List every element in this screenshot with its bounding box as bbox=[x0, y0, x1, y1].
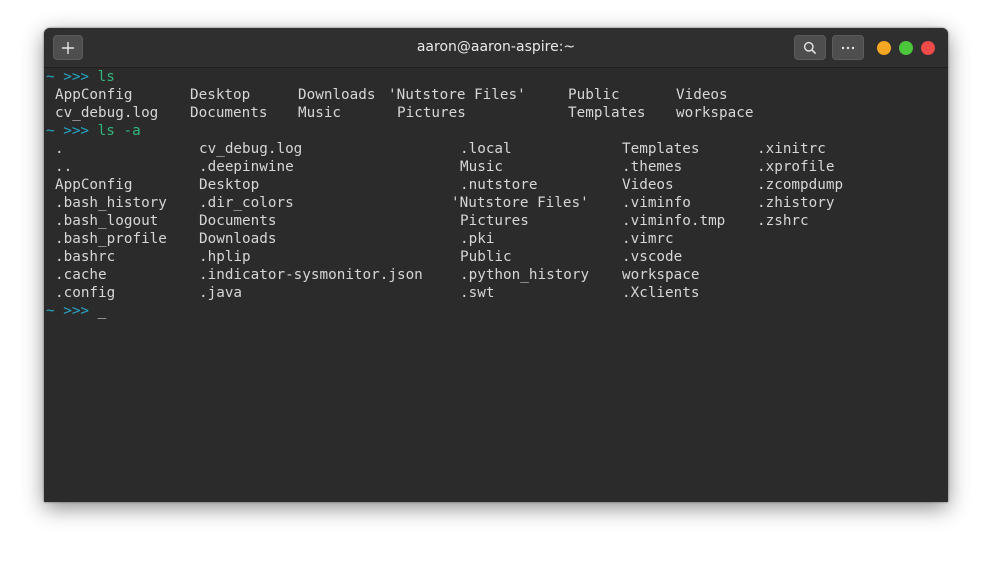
file-entry: .themes bbox=[622, 159, 683, 175]
prompt-line: ~ >>> ls bbox=[46, 68, 115, 86]
file-entry: Templates bbox=[568, 105, 646, 121]
file-entry: .pki bbox=[460, 231, 495, 247]
file-entry: Videos bbox=[676, 87, 728, 103]
file-entry: .python_history bbox=[460, 267, 590, 283]
prompt-symbol: ~ >>> bbox=[46, 303, 90, 319]
file-entry: .vimrc bbox=[622, 231, 674, 247]
titlebar: aaron@aaron-aspire:~ bbox=[44, 28, 948, 68]
file-entry: .zhistory bbox=[757, 195, 835, 211]
plus-icon bbox=[62, 41, 74, 54]
file-entry: Desktop bbox=[190, 87, 251, 103]
file-entry: Desktop bbox=[199, 177, 260, 193]
prompt-symbol: ~ >>> bbox=[46, 69, 90, 85]
text-cursor: _ bbox=[97, 303, 107, 319]
file-entry: .dir_colors bbox=[199, 195, 294, 211]
menu-button[interactable] bbox=[832, 35, 864, 60]
file-entry: .cache bbox=[55, 267, 107, 283]
file-entry: workspace bbox=[622, 267, 700, 283]
maximize-button[interactable] bbox=[899, 41, 913, 55]
file-entry: .bashrc bbox=[55, 249, 116, 265]
file-entry: .indicator-sysmonitor.json bbox=[199, 267, 423, 283]
file-entry: cv_debug.log bbox=[55, 105, 159, 121]
file-entry: Public bbox=[568, 87, 620, 103]
file-entry: .bash_history bbox=[55, 195, 167, 211]
file-entry: .swt bbox=[460, 285, 495, 301]
file-entry: .nutstore bbox=[460, 177, 538, 193]
file-entry: Downloads bbox=[298, 87, 376, 103]
ellipsis-icon bbox=[841, 46, 855, 49]
file-entry: .bash_logout bbox=[55, 213, 159, 229]
file-entry: .viminfo bbox=[622, 195, 691, 211]
prompt-line: ~ >>> ls -a bbox=[46, 122, 141, 140]
terminal-window: aaron@aaron-aspire:~ ~ >>> ls AppConfig De… bbox=[44, 28, 948, 502]
file-entry: AppConfig bbox=[55, 87, 133, 103]
file-entry: .zshrc bbox=[757, 213, 809, 229]
file-entry: .. bbox=[55, 159, 73, 175]
file-entry: workspace bbox=[676, 105, 754, 121]
minimize-button[interactable] bbox=[877, 41, 891, 55]
file-entry: Videos bbox=[622, 177, 674, 193]
search-icon bbox=[803, 41, 817, 54]
file-entry: Music bbox=[460, 159, 504, 175]
file-entry: .xinitrc bbox=[757, 141, 826, 157]
file-entry: .config bbox=[55, 285, 116, 301]
file-entry: .zcompdump bbox=[757, 177, 844, 193]
file-entry: .vscode bbox=[622, 249, 683, 265]
file-entry: .bash_profile bbox=[55, 231, 167, 247]
file-entry: Music bbox=[298, 105, 342, 121]
file-entry: Pictures bbox=[460, 213, 529, 229]
file-entry: .xprofile bbox=[757, 159, 835, 175]
file-entry: .viminfo.tmp bbox=[622, 213, 726, 229]
close-button[interactable] bbox=[921, 41, 935, 55]
command-text: ls -a bbox=[97, 123, 141, 139]
file-entry: Pictures bbox=[397, 105, 466, 121]
file-entry: Documents bbox=[190, 105, 268, 121]
file-entry: Public bbox=[460, 249, 512, 265]
new-tab-button[interactable] bbox=[53, 35, 83, 60]
file-entry: .java bbox=[199, 285, 243, 301]
file-entry: .local bbox=[460, 141, 512, 157]
file-entry: cv_debug.log bbox=[199, 141, 303, 157]
file-entry: 'Nutstore Files' bbox=[451, 195, 589, 211]
file-entry: .deepinwine bbox=[199, 159, 294, 175]
command-text: ls bbox=[97, 69, 115, 85]
prompt-line: ~ >>> _ bbox=[46, 302, 106, 320]
file-entry: .Xclients bbox=[622, 285, 700, 301]
prompt-symbol: ~ >>> bbox=[46, 123, 90, 139]
search-button[interactable] bbox=[794, 35, 826, 60]
file-entry: Templates bbox=[622, 141, 700, 157]
file-entry: AppConfig bbox=[55, 177, 133, 193]
file-entry: Documents bbox=[199, 213, 277, 229]
file-entry: 'Nutstore Files' bbox=[388, 87, 526, 103]
file-entry: Downloads bbox=[199, 231, 277, 247]
file-entry: . bbox=[55, 141, 64, 157]
terminal-output[interactable]: ~ >>> ls AppConfig Desktop Downloads 'Nutsto… bbox=[46, 68, 944, 498]
file-entry: .hplip bbox=[199, 249, 251, 265]
